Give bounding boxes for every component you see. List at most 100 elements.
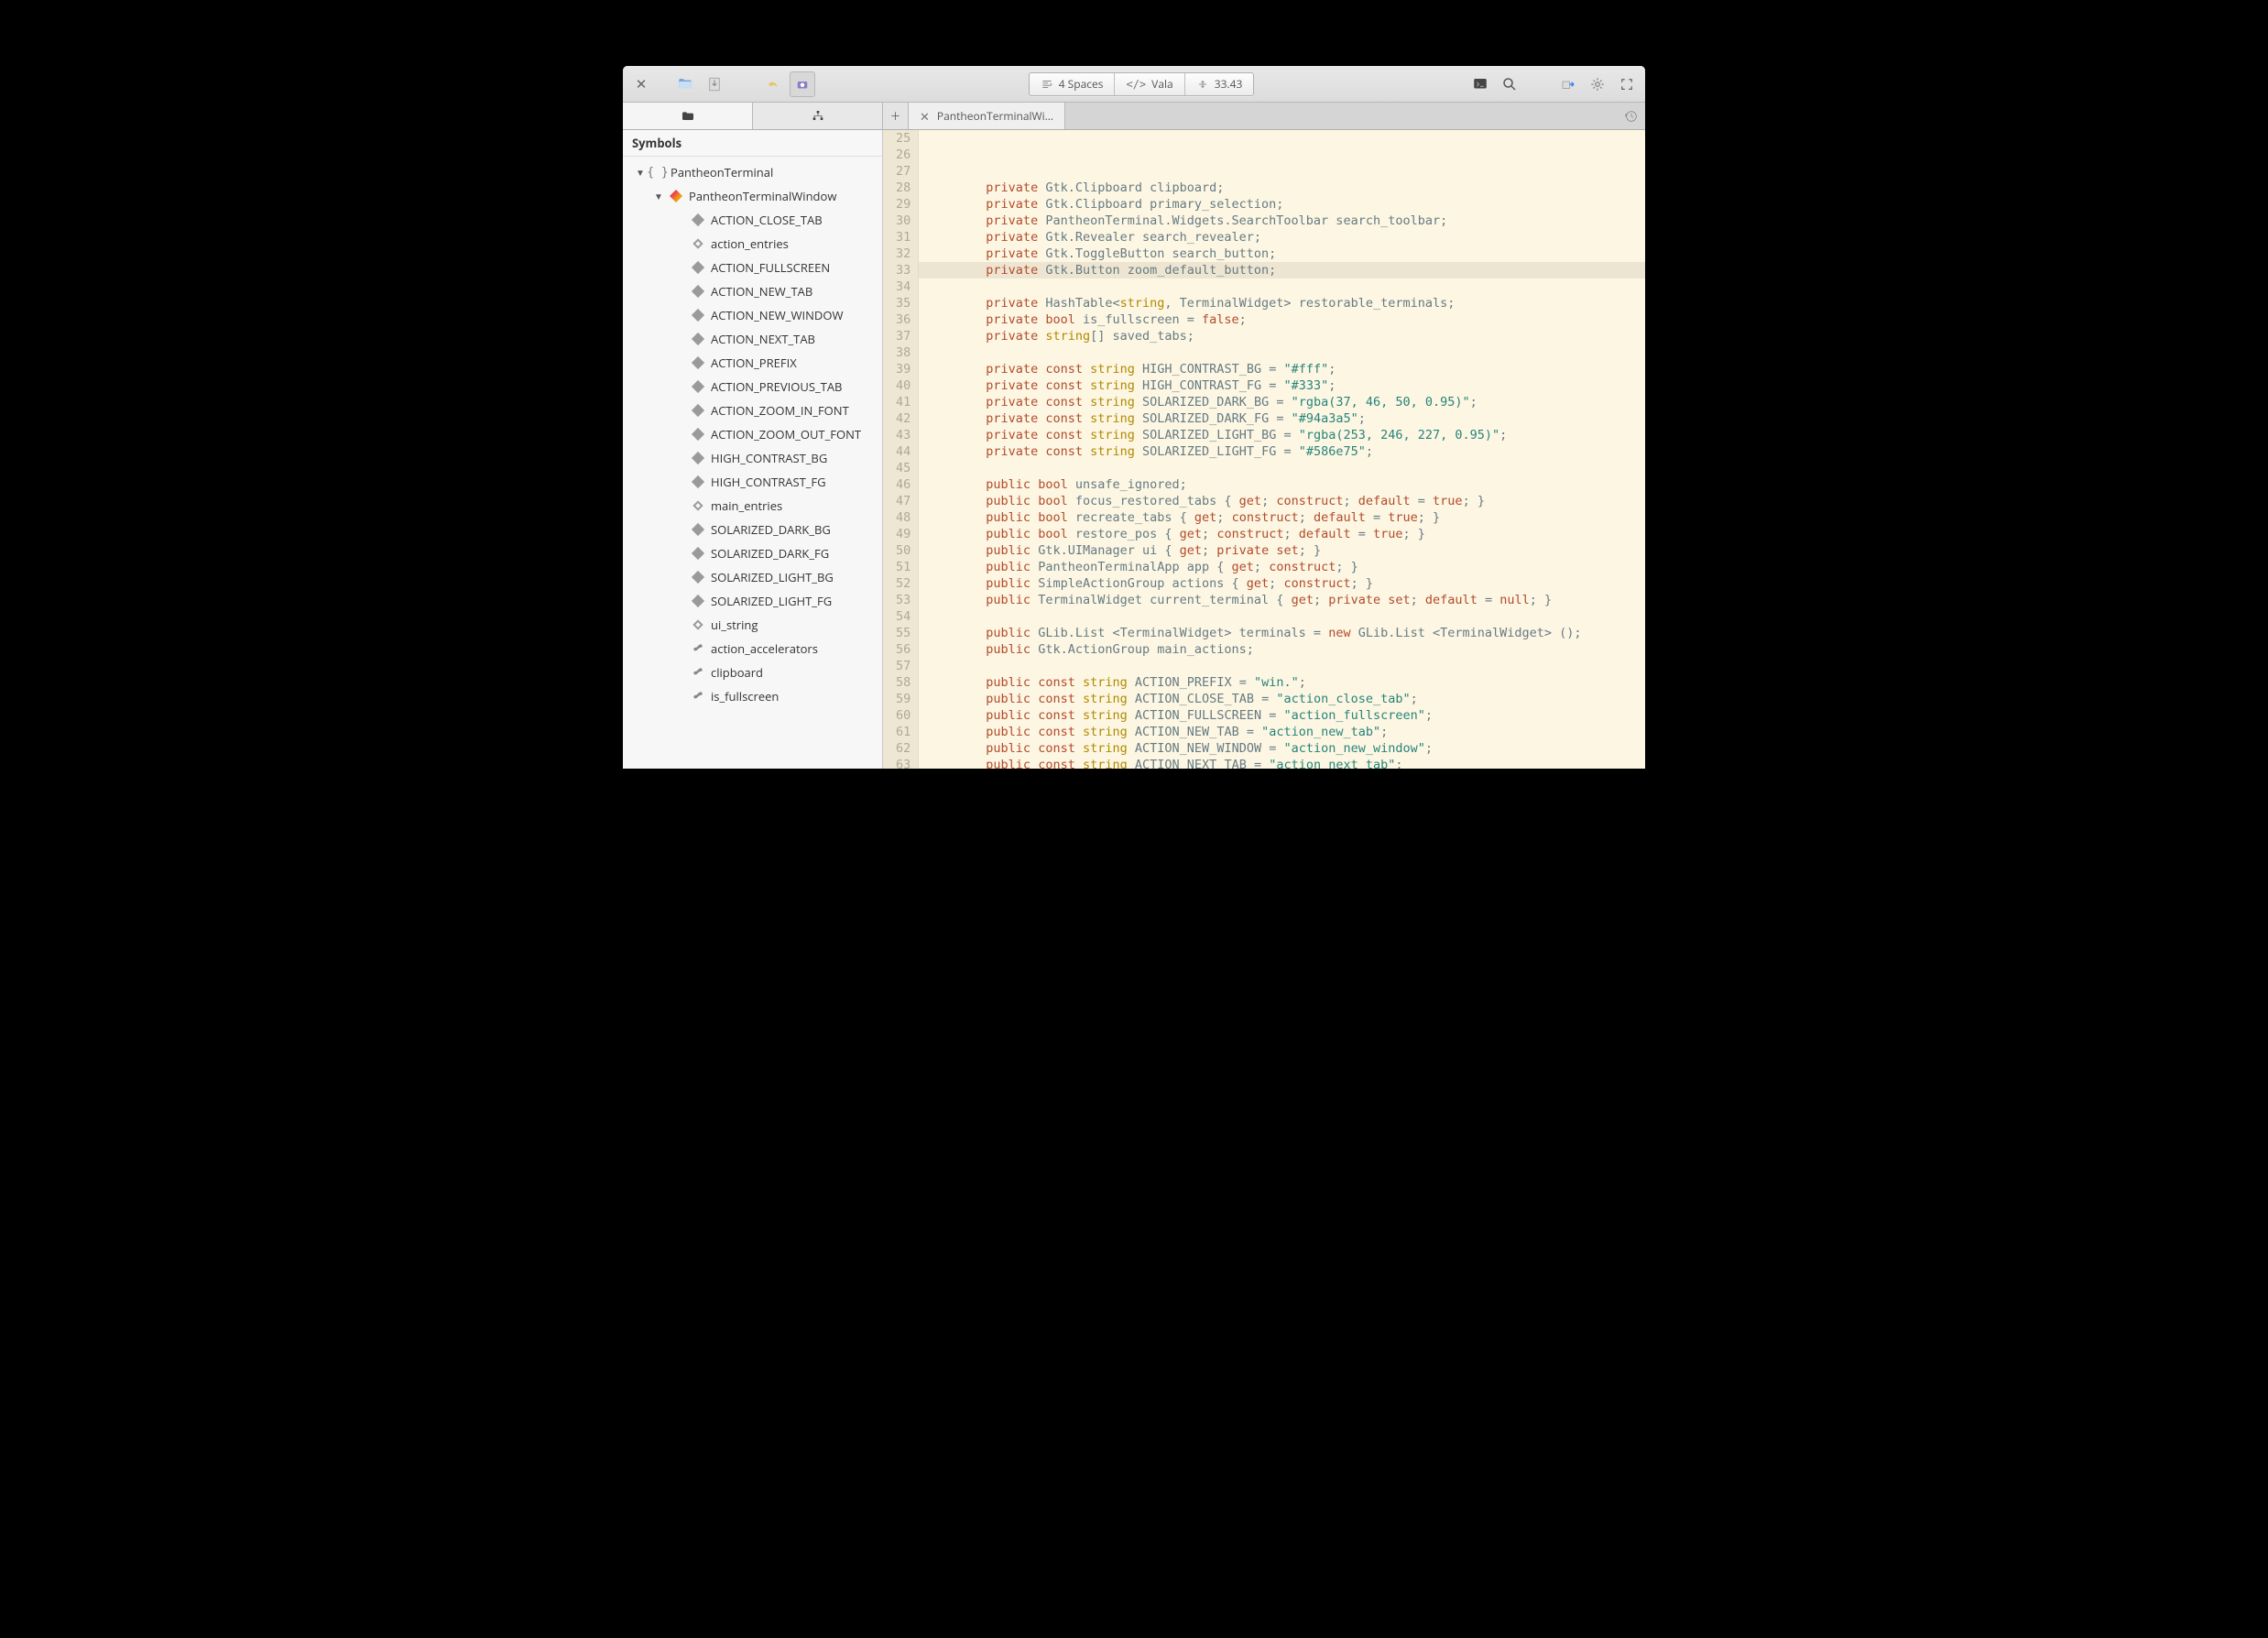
code-area[interactable]: private Gtk.Clipboard clipboard; private… — [919, 130, 1645, 769]
tree-label: ACTION_FULLSCREEN — [711, 259, 830, 276]
screenshot-button[interactable] — [790, 71, 815, 97]
symbols-sidebar: Symbols ▼ { } PantheonTerminal ▼ Pantheo… — [623, 130, 883, 769]
tree-member[interactable]: ui_string — [623, 613, 882, 637]
indent-button[interactable]: 4 Spaces — [1030, 73, 1116, 95]
tree-member[interactable]: HIGH_CONTRAST_FG — [623, 470, 882, 494]
tree-member[interactable]: action_entries — [623, 232, 882, 256]
tree-member[interactable]: SOLARIZED_LIGHT_FG — [623, 589, 882, 613]
tree-member[interactable]: ACTION_ZOOM_IN_FONT — [623, 399, 882, 422]
member-icon — [691, 665, 705, 680]
position-label: 33.43 — [1215, 76, 1243, 92]
undo-button[interactable] — [760, 71, 786, 97]
member-icon — [691, 570, 705, 584]
tree-label: PantheonTerminal — [671, 164, 773, 180]
position-button[interactable]: 33.43 — [1185, 73, 1254, 95]
code-editor[interactable]: 2526272829303132333435363738394041424344… — [883, 130, 1645, 769]
member-icon — [691, 308, 705, 322]
panel-tab-symbols[interactable] — [753, 103, 883, 129]
member-icon — [691, 355, 705, 370]
app-window: ✕ 4 Spaces </> Vala 33.43 — [623, 66, 1645, 769]
member-icon — [691, 475, 705, 489]
member-icon — [691, 332, 705, 346]
member-icon — [691, 594, 705, 608]
search-button[interactable] — [1497, 71, 1522, 97]
tree-member[interactable]: ACTION_PREFIX — [623, 351, 882, 375]
member-icon — [691, 379, 705, 394]
share-icon — [1560, 76, 1576, 93]
tree-member[interactable]: ACTION_CLOSE_TAB — [623, 208, 882, 232]
tree-member[interactable]: SOLARIZED_DARK_BG — [623, 518, 882, 541]
goto-icon — [1196, 78, 1209, 91]
tree-label: ACTION_NEXT_TAB — [711, 331, 815, 347]
maximize-icon — [1619, 76, 1635, 93]
tree-member[interactable]: SOLARIZED_DARK_FG — [623, 541, 882, 565]
tree-label: HIGH_CONTRAST_FG — [711, 474, 826, 490]
member-icon — [691, 213, 705, 227]
tree-member[interactable]: action_accelerators — [623, 637, 882, 661]
member-icon — [691, 236, 705, 251]
code-icon: </> — [1126, 78, 1146, 91]
tree-member[interactable]: ACTION_NEW_TAB — [623, 279, 882, 303]
member-icon — [691, 260, 705, 275]
save-button[interactable] — [702, 71, 727, 97]
tree-label: ACTION_ZOOM_IN_FONT — [711, 402, 849, 419]
member-icon — [691, 546, 705, 561]
terminal-icon — [1472, 76, 1488, 93]
tree-member[interactable]: ACTION_PREVIOUS_TAB — [623, 375, 882, 399]
tree-label: HIGH_CONTRAST_BG — [711, 450, 827, 466]
maximize-button[interactable] — [1614, 71, 1640, 97]
member-icon — [691, 403, 705, 418]
line-gutter: 2526272829303132333435363738394041424344… — [883, 130, 919, 769]
undo-icon — [765, 76, 781, 93]
language-label: Vala — [1151, 76, 1173, 92]
terminal-button[interactable] — [1467, 71, 1493, 97]
tree-label: action_accelerators — [711, 640, 818, 657]
tree-member[interactable]: HIGH_CONTRAST_BG — [623, 446, 882, 470]
folder-closed-icon — [681, 109, 695, 124]
member-icon — [691, 617, 705, 632]
tree-label: is_fullscreen — [711, 688, 779, 704]
tabstrip: + ✕ PantheonTerminalWi… — [623, 103, 1645, 130]
tree-label: ACTION_PREVIOUS_TAB — [711, 378, 842, 395]
tree-member[interactable]: clipboard — [623, 661, 882, 684]
folder-icon — [677, 76, 693, 93]
tree-label: SOLARIZED_DARK_FG — [711, 545, 829, 562]
tree-class[interactable]: ▼ PantheonTerminalWindow — [623, 184, 882, 208]
camera-icon — [794, 76, 811, 93]
tree-label: SOLARIZED_LIGHT_BG — [711, 569, 834, 585]
share-button[interactable] — [1555, 71, 1581, 97]
save-icon — [706, 76, 723, 93]
tab-title: PantheonTerminalWi… — [937, 108, 1053, 124]
search-icon — [1501, 76, 1518, 93]
tree-member[interactable]: SOLARIZED_LIGHT_BG — [623, 565, 882, 589]
close-button[interactable]: ✕ — [628, 71, 654, 97]
recent-button[interactable] — [1618, 103, 1645, 129]
tree-label: ACTION_ZOOM_OUT_FONT — [711, 426, 861, 442]
class-icon — [669, 189, 683, 203]
structure-icon — [811, 109, 825, 124]
tree-label: ACTION_NEW_TAB — [711, 283, 812, 300]
tree-member[interactable]: ACTION_FULLSCREEN — [623, 256, 882, 279]
tree-label: SOLARIZED_DARK_BG — [711, 521, 831, 538]
gear-icon — [1589, 76, 1606, 93]
tree-member[interactable]: ACTION_ZOOM_OUT_FONT — [623, 422, 882, 446]
member-icon — [691, 284, 705, 299]
settings-button[interactable] — [1585, 71, 1610, 97]
new-tab-button[interactable]: + — [883, 103, 909, 129]
tree-member[interactable]: is_fullscreen — [623, 684, 882, 708]
language-button[interactable]: </> Vala — [1115, 73, 1184, 95]
document-tab[interactable]: ✕ PantheonTerminalWi… — [909, 103, 1065, 129]
tab-close-icon[interactable]: ✕ — [920, 108, 930, 125]
tree-label: main_entries — [711, 497, 782, 514]
tree-label: clipboard — [711, 664, 763, 681]
tree-member[interactable]: ACTION_NEW_WINDOW — [623, 303, 882, 327]
tree-label: SOLARIZED_LIGHT_FG — [711, 593, 832, 609]
tree-label: ACTION_CLOSE_TAB — [711, 212, 823, 228]
tree-member[interactable]: main_entries — [623, 494, 882, 518]
tree-namespace[interactable]: ▼ { } PantheonTerminal — [623, 160, 882, 184]
tree-label: ACTION_NEW_WINDOW — [711, 307, 843, 323]
open-file-button[interactable] — [672, 71, 698, 97]
panel-tab-files[interactable] — [623, 103, 753, 129]
tree-member[interactable]: ACTION_NEXT_TAB — [623, 327, 882, 351]
indent-label: 4 Spaces — [1059, 76, 1104, 92]
